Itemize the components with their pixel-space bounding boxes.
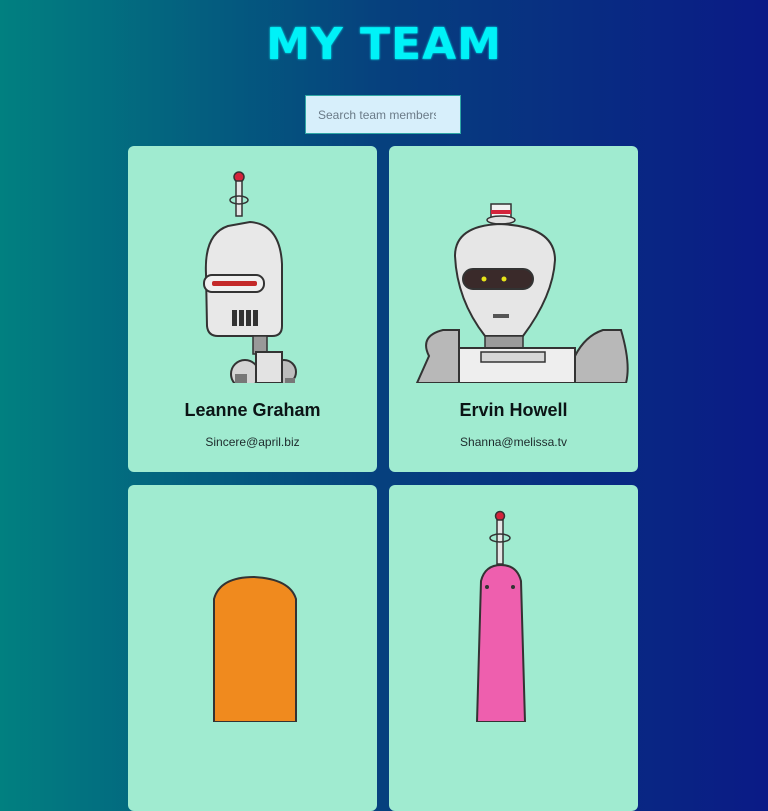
member-name: Ervin Howell: [459, 400, 568, 420]
search-input[interactable]: [305, 95, 461, 134]
member-email: Sincere@april.biz: [205, 435, 300, 449]
robot-avatar-icon: [475, 510, 527, 722]
member-email: Shanna@melissa.tv: [460, 435, 567, 449]
page-title: MY TEAM: [266, 19, 502, 70]
member-card[interactable]: [128, 485, 377, 811]
robot-avatar-icon: [415, 203, 629, 383]
member-card[interactable]: Leanne Graham Sincere@april.biz: [128, 146, 377, 472]
member-name: Leanne Graham: [184, 400, 321, 420]
robot-avatar-icon: [213, 575, 297, 722]
member-card[interactable]: [389, 485, 638, 811]
robot-avatar-icon: [203, 171, 297, 383]
member-card[interactable]: Ervin Howell Shanna@melissa.tv: [389, 146, 638, 472]
